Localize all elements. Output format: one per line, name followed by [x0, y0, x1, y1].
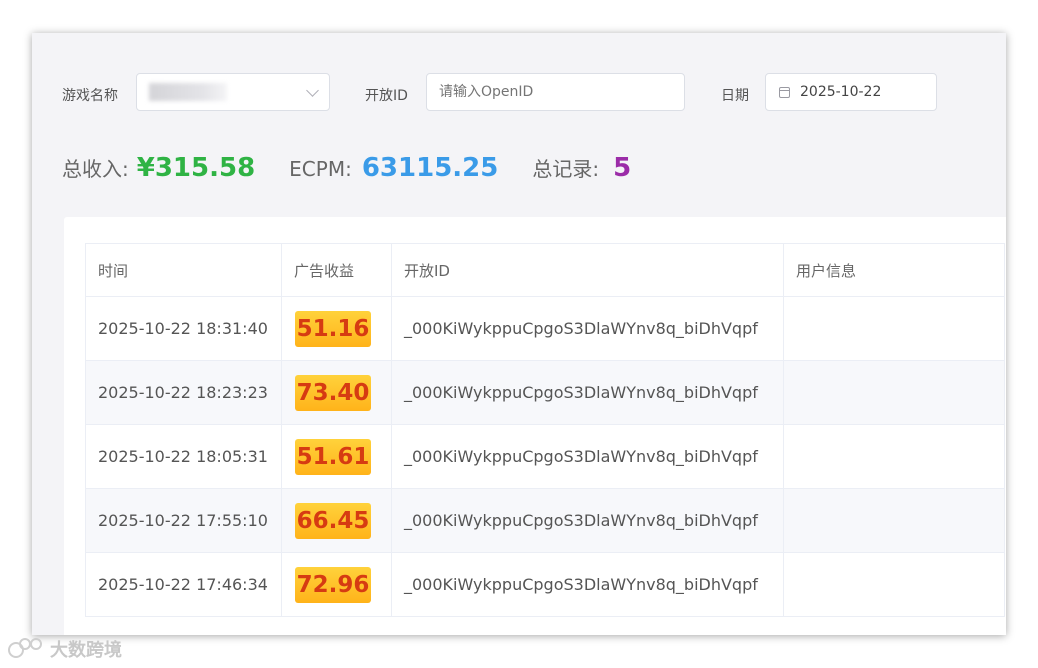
table-row[interactable]: 2025-10-22 18:31:40 51.16 _000KiWykppuCp… — [85, 296, 1005, 361]
table-row[interactable]: 2025-10-22 17:55:10 66.45 _000KiWykppuCp… — [85, 488, 1005, 553]
ecpm-value: 63115.25 — [361, 153, 499, 183]
cell-revenue: 51.61 — [281, 424, 392, 489]
cell-revenue: 66.45 — [281, 488, 392, 553]
revenue-badge: 66.45 — [295, 502, 371, 539]
cell-user-info — [783, 488, 1005, 553]
revenue-badge: 73.40 — [295, 374, 371, 411]
total-records-value: 5 — [613, 153, 632, 183]
total-records-label: 总记录: — [532, 157, 600, 181]
revenue-badge: 51.16 — [295, 310, 371, 347]
openid-input[interactable] — [426, 73, 685, 111]
cell-revenue: 72.96 — [281, 552, 392, 617]
header-time[interactable]: 时间 — [85, 243, 282, 297]
cell-user-info — [783, 424, 1005, 489]
chevron-down-icon — [306, 84, 319, 97]
game-name-label: 游戏名称 — [62, 88, 118, 104]
filter-bar: 游戏名称 开放ID 日期 2025-10-22 — [32, 33, 1006, 151]
total-revenue-value: ¥315.58 — [136, 153, 256, 183]
cell-user-info — [783, 360, 1005, 425]
date-value: 2025-10-22 — [800, 84, 882, 100]
watermark-logo-icon — [8, 638, 46, 660]
revenue-badge: 72.96 — [295, 566, 371, 603]
watermark: 大数跨境 — [8, 636, 122, 662]
cell-time: 2025-10-22 18:31:40 — [85, 296, 282, 361]
total-revenue-label: 总收入: — [62, 157, 129, 181]
app-window: 游戏名称 开放ID 日期 2025-10-22 总收入: ¥315.58 ECP… — [32, 33, 1006, 635]
cell-user-info — [783, 552, 1005, 617]
date-label: 日期 — [721, 88, 749, 104]
header-ad-revenue[interactable]: 广告收益 — [281, 243, 392, 297]
cell-time: 2025-10-22 17:55:10 — [85, 488, 282, 553]
cell-openid: _000KiWykppuCpgoS3DlaWYnv8q_biDhVqpf — [391, 360, 784, 425]
cell-time: 2025-10-22 18:23:23 — [85, 360, 282, 425]
calendar-icon — [779, 87, 790, 98]
table-row[interactable]: 2025-10-22 18:05:31 51.61 _000KiWykppuCp… — [85, 424, 1005, 489]
date-picker[interactable]: 2025-10-22 — [765, 73, 937, 111]
table-row[interactable]: 2025-10-22 18:23:23 73.40 _000KiWykppuCp… — [85, 360, 1005, 425]
game-name-select[interactable] — [136, 73, 330, 111]
cell-openid: _000KiWykppuCpgoS3DlaWYnv8q_biDhVqpf — [391, 424, 784, 489]
header-user-info[interactable]: 用户信息 — [783, 243, 1005, 297]
revenue-badge: 51.61 — [295, 438, 371, 475]
cell-time: 2025-10-22 18:05:31 — [85, 424, 282, 489]
records-panel: 时间 广告收益 开放ID 用户信息 2025-10-22 18:31:40 51… — [64, 217, 1006, 635]
cell-openid: _000KiWykppuCpgoS3DlaWYnv8q_biDhVqpf — [391, 552, 784, 617]
cell-openid: _000KiWykppuCpgoS3DlaWYnv8q_biDhVqpf — [391, 488, 784, 553]
ecpm-label: ECPM: — [289, 157, 352, 181]
cell-openid: _000KiWykppuCpgoS3DlaWYnv8q_biDhVqpf — [391, 296, 784, 361]
records-table: 时间 广告收益 开放ID 用户信息 2025-10-22 18:31:40 51… — [85, 243, 1005, 617]
openid-label: 开放ID — [365, 88, 408, 104]
cell-revenue: 73.40 — [281, 360, 392, 425]
summary-stats: 总收入: ¥315.58 ECPM: 63115.25 总记录: 5 — [62, 153, 665, 193]
cell-user-info — [783, 296, 1005, 361]
header-openid[interactable]: 开放ID — [391, 243, 784, 297]
redacted-game-name — [149, 83, 227, 101]
table-row[interactable]: 2025-10-22 17:46:34 72.96 _000KiWykppuCp… — [85, 552, 1005, 617]
watermark-text: 大数跨境 — [50, 640, 122, 661]
cell-time: 2025-10-22 17:46:34 — [85, 552, 282, 617]
cell-revenue: 51.16 — [281, 296, 392, 361]
table-header-row: 时间 广告收益 开放ID 用户信息 — [85, 243, 1005, 297]
